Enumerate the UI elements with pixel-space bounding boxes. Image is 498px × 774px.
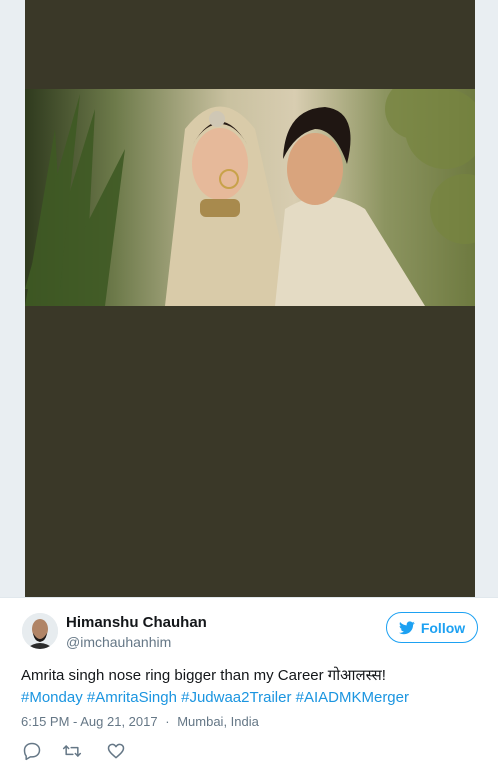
tweet-text: Amrita singh nose ring bigger than my Ca… [21,665,481,709]
hashtag-link[interactable]: #AIADMKMerger [296,689,409,706]
hashtag-link[interactable]: #AmritaSingh [87,689,177,706]
tweet-photo[interactable] [25,89,475,306]
tweet-location[interactable]: Mumbai, India [177,714,259,729]
reply-icon[interactable] [22,741,42,761]
like-icon[interactable] [106,741,126,761]
retweet-icon[interactable] [62,741,82,761]
follow-button[interactable]: Follow [386,612,478,643]
author-display-name[interactable]: Himanshu Chauhan [66,614,207,631]
tweet-body: Amrita singh nose ring bigger than my Ca… [21,667,386,684]
tweet-meta: 6:15 PM - Aug 21, 2017 · Mumbai, India [21,714,259,729]
author-handle[interactable]: @imchauhanhim [66,634,171,650]
hashtag-row: #Monday #AmritaSingh #Judwaa2Trailer #AI… [21,687,481,709]
avatar-image [22,613,58,649]
tweet-timestamp[interactable]: 6:15 PM - Aug 21, 2017 [21,714,158,729]
photo-illustration [25,89,475,306]
twitter-bird-icon [398,620,415,634]
follow-label: Follow [420,619,466,636]
meta-separator: · [165,714,170,729]
avatar[interactable] [22,613,58,649]
hashtag-link[interactable]: #Judwaa2Trailer [181,689,291,706]
media-area [0,0,498,597]
hashtag-link[interactable]: #Monday [21,689,83,706]
